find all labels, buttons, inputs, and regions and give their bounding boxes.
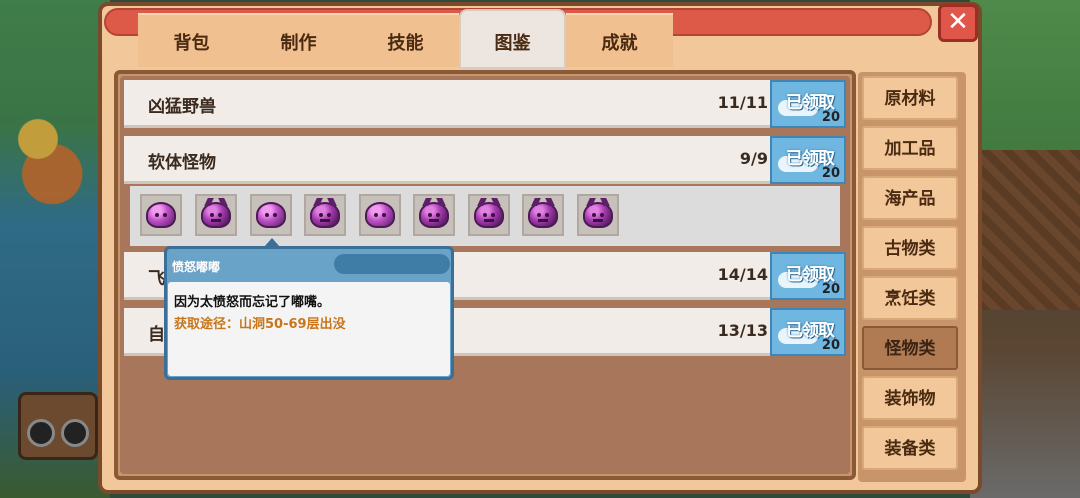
row-name: 凶猛野兽: [148, 97, 216, 117]
tab-crafting[interactable]: 制作: [245, 13, 352, 67]
reward-amount: 20: [821, 282, 840, 297]
reward-claimed-badge[interactable]: 已领取 20: [770, 136, 846, 184]
row-count: 13/13: [717, 321, 768, 340]
row-name: 飞: [148, 269, 165, 289]
angry-slime-icon: [201, 202, 231, 228]
category-decorations[interactable]: 装饰物: [862, 376, 958, 420]
row-name: 自: [148, 325, 165, 345]
tooltip-title: 愤怒嘟嘟: [172, 260, 221, 274]
monster-slot[interactable]: [522, 194, 564, 236]
dragon-boat-decoration: [0, 90, 95, 230]
collection-row[interactable]: 软体怪物 9/9: [124, 136, 770, 184]
reward-claimed-badge[interactable]: 已领取 20: [770, 252, 846, 300]
category-monsters[interactable]: 怪物类: [862, 326, 958, 370]
angry-slime-icon: [310, 202, 340, 228]
slime-icon: [365, 202, 395, 228]
tab-backpack[interactable]: 背包: [138, 13, 245, 67]
slime-icon: [146, 202, 176, 228]
reward-claimed-badge[interactable]: 已领取 20: [770, 308, 846, 356]
reward-amount: 20: [821, 110, 840, 125]
tooltip-description: 因为太愤怒而忘记了嘟嘴。: [174, 295, 331, 310]
row-name: 软体怪物: [148, 153, 216, 173]
monster-icon-strip: [130, 186, 840, 246]
tooltip-header-bar: [334, 254, 450, 274]
slime-icon: [256, 202, 286, 228]
monster-slot[interactable]: [140, 194, 182, 236]
tab-skills[interactable]: 技能: [352, 13, 459, 67]
monster-slot[interactable]: [250, 194, 292, 236]
monster-slot[interactable]: [304, 194, 346, 236]
row-count: 9/9: [739, 149, 768, 168]
category-seafood[interactable]: 海产品: [862, 176, 958, 220]
radio-decoration: [18, 392, 98, 460]
monster-slot[interactable]: [413, 194, 455, 236]
angry-slime-icon: [419, 202, 449, 228]
category-cooking[interactable]: 烹饪类: [862, 276, 958, 320]
angry-slime-icon: [583, 202, 613, 228]
house-roof-decoration: [976, 150, 1080, 310]
tab-encyclopedia[interactable]: 图鉴: [459, 9, 566, 69]
reward-amount: 20: [821, 338, 840, 353]
row-count: 14/14: [717, 265, 768, 284]
monster-slot[interactable]: [359, 194, 401, 236]
monster-slot[interactable]: [468, 194, 510, 236]
category-antiques[interactable]: 古物类: [862, 226, 958, 270]
category-raw-materials[interactable]: 原材料: [862, 76, 958, 120]
angry-slime-icon: [474, 202, 504, 228]
category-equipment[interactable]: 装备类: [862, 426, 958, 470]
tab-achievements[interactable]: 成就: [566, 13, 673, 67]
reward-amount: 20: [821, 166, 840, 181]
monster-slot[interactable]: [577, 194, 619, 236]
category-processed-goods[interactable]: 加工品: [862, 126, 958, 170]
reward-claimed-badge[interactable]: 已领取 20: [770, 80, 846, 128]
tab-bar: 背包 制作 技能 图鉴 成就: [138, 9, 673, 69]
tooltip-source: 获取途径：山洞50-69层出没: [174, 317, 346, 332]
monster-slot[interactable]: [195, 194, 237, 236]
row-count: 11/11: [717, 93, 768, 112]
collection-row[interactable]: 凶猛野兽 11/11: [124, 80, 770, 128]
close-button[interactable]: ✕: [938, 4, 978, 42]
angry-slime-icon: [528, 202, 558, 228]
